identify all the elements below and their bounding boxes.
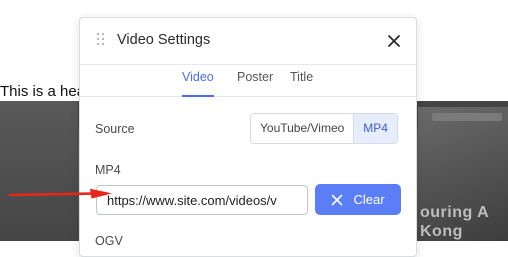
ogv-label: OGV [95,234,123,248]
annotation-arrow-icon [8,188,112,199]
dialog-title: Video Settings [117,32,211,48]
source-option-mp4[interactable]: MP4 [353,114,397,143]
tab-title[interactable]: Title [290,70,313,95]
x-icon [332,194,343,205]
background-left-pane [0,101,78,241]
close-icon[interactable] [385,32,403,50]
page-heading: This is a hea [0,83,86,100]
mp4-label: MP4 [95,163,121,177]
background-mini-bar [432,113,502,121]
dialog-tabs: Video Poster Title [80,64,416,97]
tab-poster[interactable]: Poster [237,70,273,95]
background-overlay-text: ouring A [420,204,490,221]
clear-button[interactable]: Clear [315,184,401,215]
dialog-header: Video Settings [80,18,416,65]
source-selector: YouTube/Vimeo MP4 [250,113,398,144]
tab-video[interactable]: Video [182,70,214,97]
clear-button-label: Clear [353,192,385,207]
background-overlay-text-2: Kong [420,223,463,240]
mp4-url-input[interactable] [96,185,308,215]
source-label: Source [95,122,135,136]
source-option-youtube-vimeo[interactable]: YouTube/Vimeo [251,114,354,143]
drag-handle-icon[interactable] [97,33,107,47]
video-settings-dialog: Video Settings Video Poster Title Source… [79,17,417,257]
